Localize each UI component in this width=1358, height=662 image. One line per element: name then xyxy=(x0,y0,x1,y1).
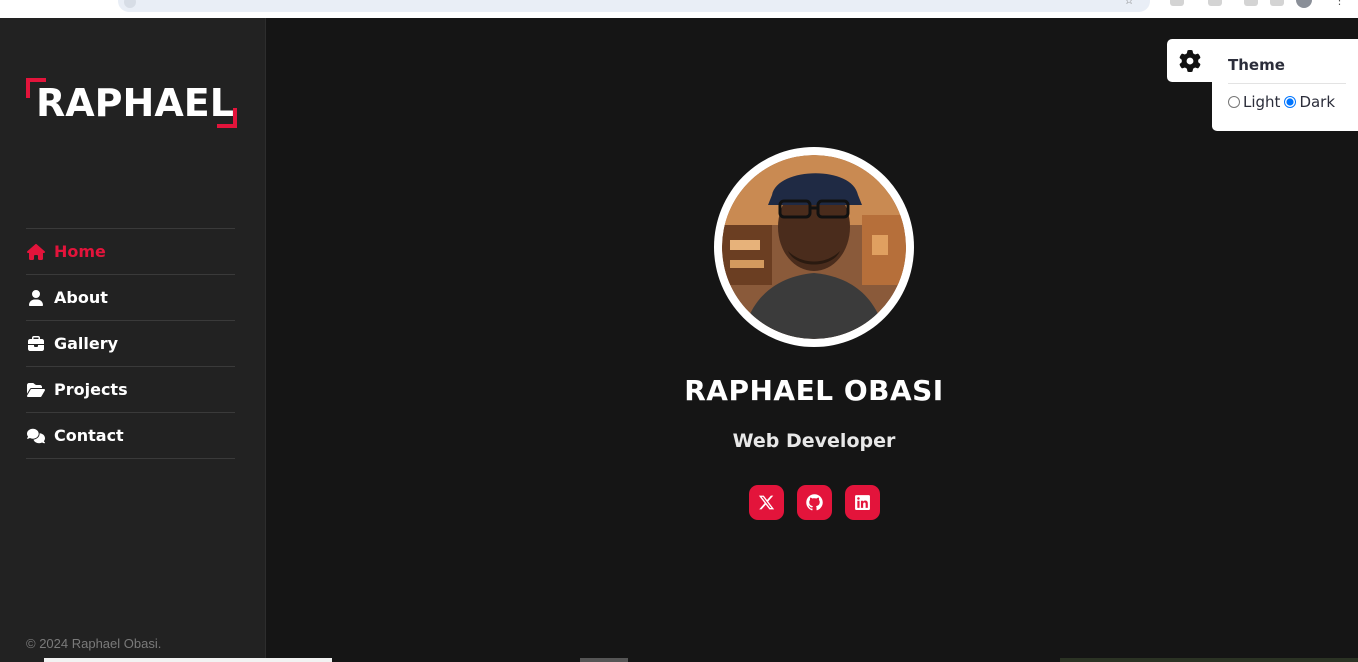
browser-profile-avatar[interactable] xyxy=(1296,0,1312,8)
briefcase-icon xyxy=(26,335,46,353)
sidebar-item-about[interactable]: About xyxy=(26,275,235,321)
sidebar-item-home[interactable]: Home xyxy=(26,229,235,275)
github-link[interactable] xyxy=(797,485,832,520)
sidebar-item-label: Projects xyxy=(54,380,128,399)
theme-option-label: Dark xyxy=(1299,93,1336,111)
theme-dark-radio[interactable] xyxy=(1284,96,1297,108)
sidebar-item-label: About xyxy=(54,288,108,307)
avatar xyxy=(714,147,914,347)
extension-icon[interactable] xyxy=(1208,0,1222,6)
taskbar-fragment xyxy=(44,658,332,662)
theme-options: Light Dark xyxy=(1226,93,1337,111)
sidebar-item-gallery[interactable]: Gallery xyxy=(26,321,235,367)
theme-panel-title: Theme xyxy=(1228,56,1285,74)
extension-icon[interactable] xyxy=(1270,0,1284,6)
comments-icon xyxy=(26,427,46,445)
user-icon xyxy=(26,289,46,307)
sidebar-item-label: Contact xyxy=(54,426,124,445)
social-links xyxy=(749,485,880,520)
hero-name: RAPHAEL OBASI xyxy=(684,374,944,407)
profile-photo xyxy=(722,155,906,339)
taskbar-fragment xyxy=(1060,658,1358,662)
sidebar-nav: Home About Gallery Projects Contact xyxy=(26,228,235,459)
theme-light-radio[interactable] xyxy=(1228,96,1240,108)
bookmark-star-icon[interactable]: ☆ xyxy=(1124,0,1134,7)
copyright-text: © 2024 Raphael Obasi. xyxy=(26,636,162,651)
sidebar-item-label: Home xyxy=(54,242,106,261)
sidebar-item-projects[interactable]: Projects xyxy=(26,367,235,413)
sidebar-item-contact[interactable]: Contact xyxy=(26,413,235,459)
theme-option-dark[interactable]: Dark xyxy=(1282,93,1335,111)
divider xyxy=(1228,83,1346,84)
theme-panel: Theme Light Dark xyxy=(1212,39,1358,131)
linkedin-icon xyxy=(855,495,870,510)
browser-toolbar: ☆ ⋮ xyxy=(0,0,1358,18)
sidebar: RAPHAEL Home About Gallery Projects Cont… xyxy=(0,18,266,662)
browser-menu-icon[interactable]: ⋮ xyxy=(1334,0,1345,7)
site-logo[interactable]: RAPHAEL xyxy=(26,78,237,128)
gear-icon xyxy=(1179,49,1200,72)
home-icon xyxy=(26,243,46,261)
extension-icon[interactable] xyxy=(1244,0,1258,6)
address-bar[interactable]: ☆ xyxy=(118,0,1150,12)
theme-settings-toggle[interactable] xyxy=(1167,39,1212,82)
hero-role: Web Developer xyxy=(732,430,896,452)
x-twitter-icon xyxy=(758,495,775,510)
theme-option-light[interactable]: Light xyxy=(1226,93,1280,111)
github-icon xyxy=(806,494,823,511)
x-twitter-link[interactable] xyxy=(749,485,784,520)
taskbar-fragment xyxy=(580,658,628,662)
site-info-icon[interactable] xyxy=(124,0,136,8)
logo-text: RAPHAEL xyxy=(36,81,234,125)
main-content: RAPHAEL OBASI Web Developer xyxy=(266,18,1358,662)
folder-open-icon xyxy=(26,381,46,399)
extension-icon[interactable] xyxy=(1170,0,1184,6)
theme-option-label: Light xyxy=(1243,93,1281,111)
sidebar-item-label: Gallery xyxy=(54,334,119,353)
linkedin-link[interactable] xyxy=(845,485,880,520)
